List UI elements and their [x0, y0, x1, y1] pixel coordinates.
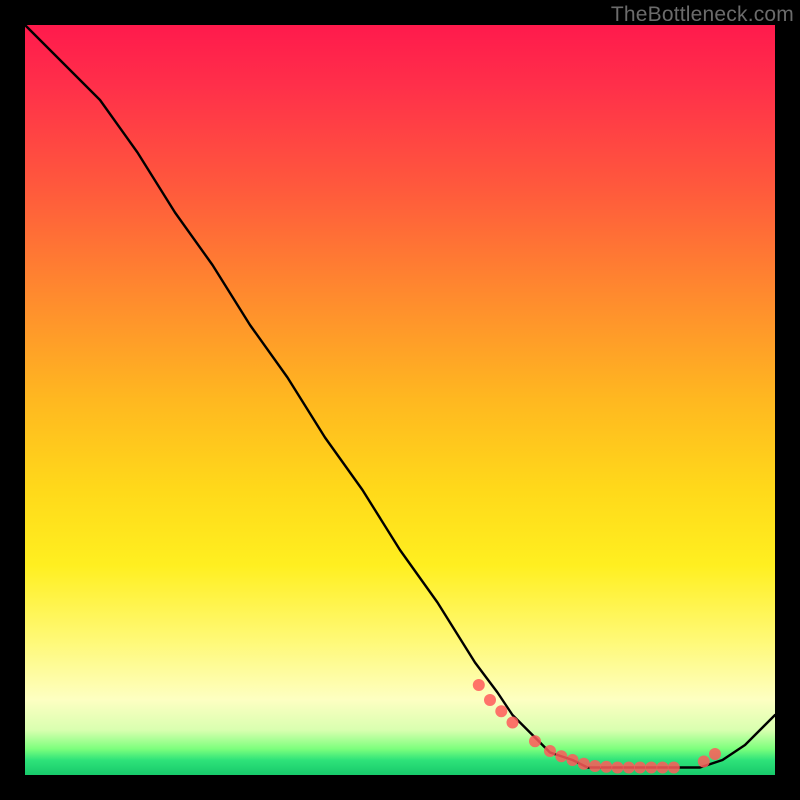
highlight-dot [473, 679, 485, 691]
highlight-dot [634, 762, 646, 774]
highlight-dot [529, 735, 541, 747]
highlight-dot [668, 762, 680, 774]
highlight-dot [657, 762, 669, 774]
highlight-dot [623, 762, 635, 774]
highlight-dot [578, 758, 590, 770]
watermark-text: TheBottleneck.com [611, 3, 794, 27]
chart-stage: TheBottleneck.com [0, 0, 800, 800]
highlight-dot [589, 760, 601, 772]
highlight-dot [600, 761, 612, 773]
highlight-dot [698, 756, 710, 768]
highlight-dot [645, 762, 657, 774]
highlight-dots [473, 679, 721, 774]
highlight-dot [495, 705, 507, 717]
highlight-dot [507, 717, 519, 729]
curve-svg [25, 25, 775, 775]
highlight-dot [555, 750, 567, 762]
highlight-dot [484, 694, 496, 706]
highlight-dot [544, 745, 556, 757]
highlight-dot [709, 748, 721, 760]
highlight-dot [612, 762, 624, 774]
bottleneck-curve [25, 25, 775, 768]
plot-area [25, 25, 775, 775]
highlight-dot [567, 754, 579, 766]
